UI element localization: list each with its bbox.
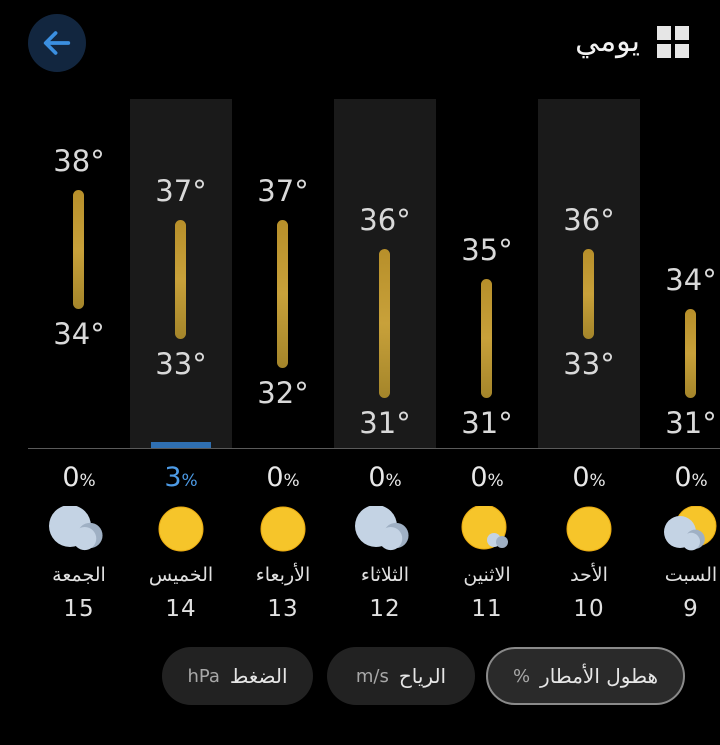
high-temp: 36° [359,203,411,238]
metric-label: الرياح [398,664,447,688]
precip-unit: % [589,471,606,491]
sun-icon [260,506,306,552]
low-temp: 33° [155,346,207,381]
low-temp: 31° [359,406,411,440]
arrow-left-icon [43,31,71,55]
temp-range-bar [481,279,492,398]
day-name: السبت [664,564,718,586]
precip-chance: 0% [28,462,130,493]
high-temp: 36° [563,203,615,238]
low-temp: 33° [563,346,615,381]
metric-unit: % [512,665,531,687]
temp-range-bar [73,190,84,309]
cloudy-icon [49,506,103,551]
mostly-sunny-icon [461,506,508,550]
day-number: 12 [369,596,401,622]
partly-cloudy-icon [664,506,717,551]
low-temp: 32° [257,376,309,411]
cloudy-icon [355,506,409,551]
precip-unit: % [385,471,402,491]
metric-label: هطول الأمطار [540,664,659,688]
precip-chance: 0% [232,462,334,493]
metric-unit: m/s [355,665,389,687]
metric-precip-button[interactable]: هطول الأمطار % [486,647,685,705]
day-name: الجمعة [52,564,106,586]
day-name: الخميس [148,564,214,586]
back-button[interactable] [28,14,86,72]
day-number: 11 [471,596,503,622]
metric-wind-button[interactable]: الرياح m/s [327,647,475,705]
precip-unit: % [79,471,96,491]
metric-pressure-button[interactable]: الضغط hPa [162,647,313,705]
day-name: الأربعاء [255,564,311,586]
precip-value: 0 [674,462,692,493]
low-temp: 31° [665,406,717,440]
grid-icon[interactable] [657,26,689,58]
precip-value: 0 [572,462,590,493]
day-name: الاثنين [463,564,511,586]
day-number: 14 [165,596,197,622]
precip-chance: 0% [334,462,436,493]
precip-unit: % [691,471,708,491]
low-temp: 31° [461,406,513,440]
temp-range-bar [379,249,390,398]
metric-unit: hPa [187,665,220,687]
day-number: 13 [267,596,299,622]
precip-value: 0 [368,462,386,493]
precip-unit: % [487,471,504,491]
high-temp: 35° [461,233,513,268]
precip-chance: 0% [538,462,640,493]
temp-range-bar [175,219,186,339]
precip-chance: 3% [130,462,232,493]
high-temp: 34° [665,262,717,297]
precip-value: 0 [266,462,284,493]
high-temp: 37° [155,173,207,208]
sun-icon [566,506,612,552]
chart-baseline [28,448,720,449]
low-temp: 34° [53,316,105,351]
precip-value: 0 [62,462,80,493]
precip-chance: 0% [640,462,720,493]
precip-value: 3 [164,462,182,493]
high-temp: 37° [257,173,309,208]
day-number: 9 [683,596,699,622]
sun-icon [158,506,204,552]
precip-chance: 0% [436,462,538,493]
temp-range-bar [277,219,288,369]
temp-range-bar [583,249,594,339]
high-temp: 38° [53,144,105,178]
precip-unit: % [283,471,300,491]
page-title: يومي [575,24,640,59]
temp-range-bar [685,308,696,398]
day-number: 15 [63,596,95,622]
day-name: الثلاثاء [360,564,410,586]
day-number: 10 [573,596,605,622]
precip-unit: % [181,471,198,491]
metric-label: الضغط [229,664,288,688]
precip-value: 0 [470,462,488,493]
day-name: الأحد [570,564,608,586]
